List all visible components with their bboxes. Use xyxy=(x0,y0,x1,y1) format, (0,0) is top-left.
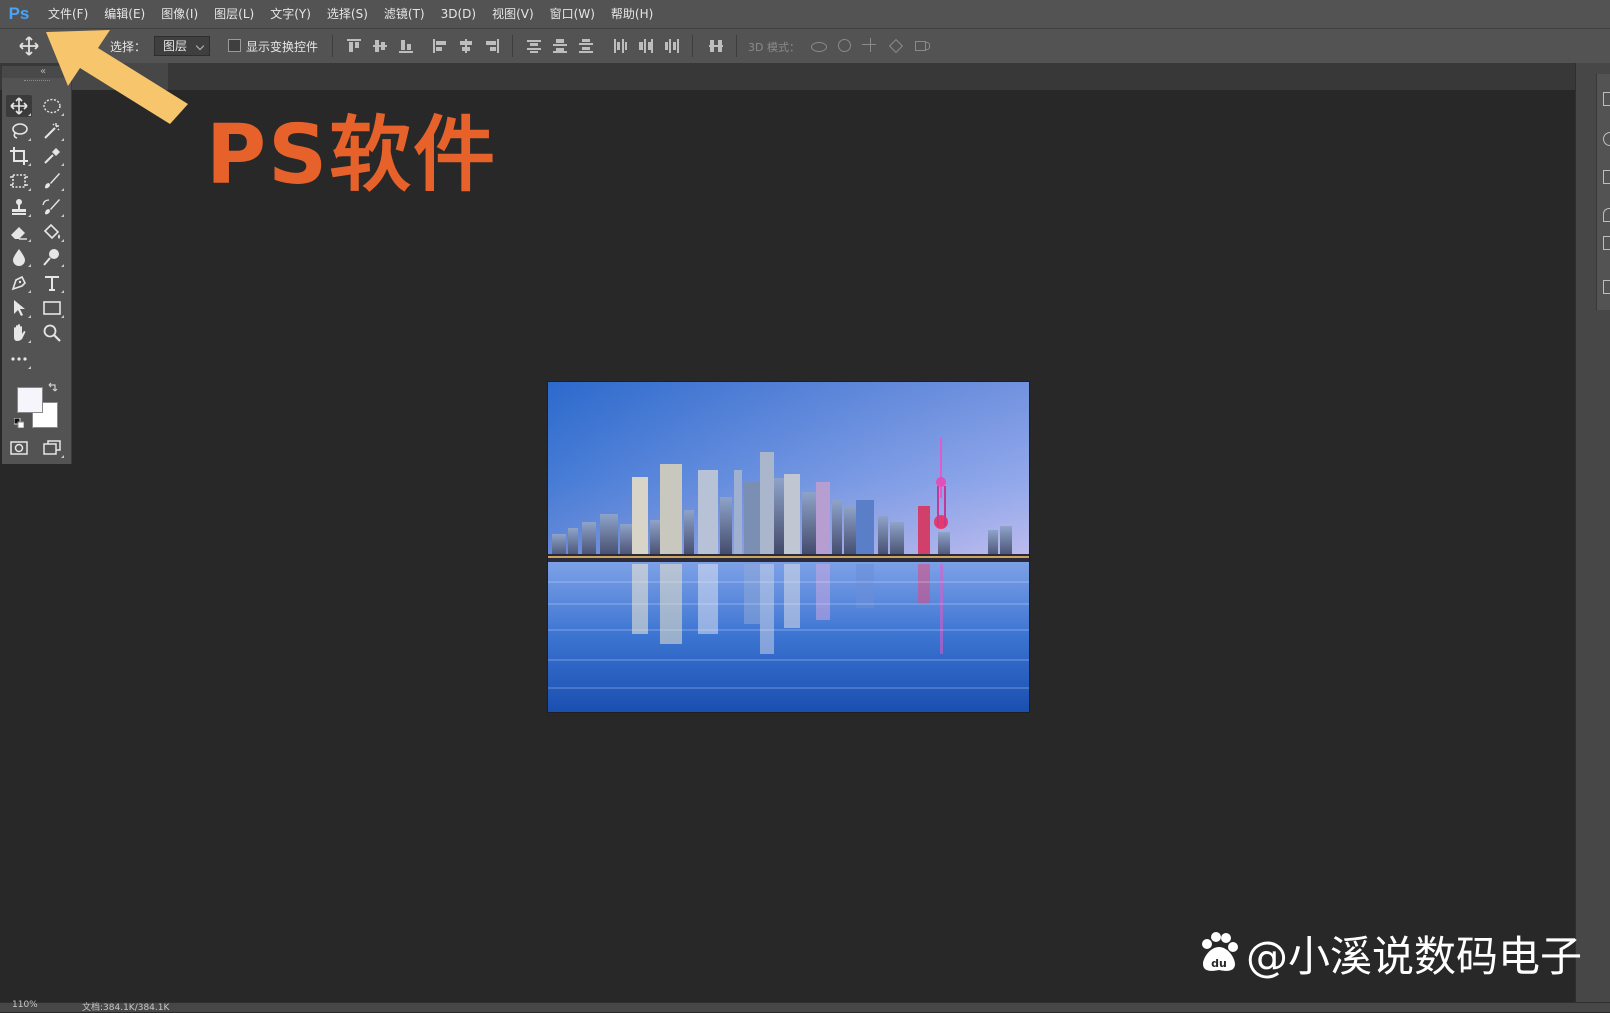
history-brush-icon xyxy=(42,199,60,215)
move-tool-button[interactable] xyxy=(6,95,32,117)
menu-bar: Ps 文件(F) 编辑(E) 图像(I) 图层(L) 文字(Y) 选择(S) 滤… xyxy=(0,0,1610,28)
default-colors-icon[interactable] xyxy=(14,418,24,428)
lasso-icon xyxy=(12,123,28,139)
eraser-icon xyxy=(11,227,27,240)
screen-mode-icon xyxy=(43,440,61,455)
svg-text:du: du xyxy=(1211,957,1227,970)
type-tool-button[interactable] xyxy=(39,272,65,294)
align-top-icon[interactable] xyxy=(346,38,362,54)
distribute-left-icon[interactable] xyxy=(612,38,628,54)
distribute-vcenter-icon[interactable] xyxy=(552,38,568,54)
rectangle-icon xyxy=(43,301,61,315)
show-transform-checkbox[interactable] xyxy=(228,39,241,52)
crop-icon xyxy=(10,147,28,165)
move-tool-icon xyxy=(10,97,28,115)
frame-icon xyxy=(10,174,28,188)
scale-3d-icon[interactable] xyxy=(914,38,932,54)
foreground-color-swatch[interactable] xyxy=(17,387,43,413)
distribute-hcenter-icon[interactable] xyxy=(638,38,654,54)
separator xyxy=(512,35,513,57)
separator xyxy=(692,35,693,57)
dodge-tool-button[interactable] xyxy=(39,246,65,268)
zoom-tool-button[interactable] xyxy=(39,322,65,344)
swap-colors-icon[interactable] xyxy=(47,382,59,394)
brush-tool-button[interactable] xyxy=(39,170,65,192)
crop-tool-button[interactable] xyxy=(6,145,32,167)
pen-tool-button[interactable] xyxy=(6,272,32,294)
menu-type[interactable]: 文字(Y) xyxy=(262,0,319,28)
mode-3d-label: 3D 模式： xyxy=(748,41,800,54)
slide-3d-icon[interactable] xyxy=(888,38,906,54)
panel-swatches-icon[interactable] xyxy=(1603,170,1610,184)
blur-icon xyxy=(13,249,25,266)
screen-mode-button[interactable] xyxy=(39,437,65,459)
hand-icon xyxy=(14,324,26,341)
eyedropper-icon xyxy=(44,148,60,164)
baidu-paw-icon: du xyxy=(1202,932,1238,971)
panel-history-icon[interactable] xyxy=(1603,92,1610,106)
quick-mask-button[interactable] xyxy=(6,437,32,459)
distribute-bottom-icon[interactable] xyxy=(578,38,594,54)
roll-3d-icon[interactable] xyxy=(836,38,854,54)
annotation-arrow xyxy=(46,30,188,124)
menu-layer[interactable]: 图层(L) xyxy=(206,0,262,28)
distribute-right-icon[interactable] xyxy=(664,38,680,54)
collapsed-panels xyxy=(1596,74,1610,310)
distribute-top-icon[interactable] xyxy=(526,38,542,54)
history-brush-tool-button[interactable] xyxy=(39,196,65,218)
menu-view[interactable]: 视图(V) xyxy=(484,0,542,28)
auto-align-icon[interactable] xyxy=(708,38,724,54)
menu-select[interactable]: 选择(S) xyxy=(319,0,376,28)
orbit-3d-icon[interactable] xyxy=(810,38,828,54)
eraser-tool-button[interactable] xyxy=(6,221,32,243)
menu-3d[interactable]: 3D(D) xyxy=(433,0,484,28)
paint-bucket-icon xyxy=(43,223,60,240)
path-selection-icon xyxy=(14,300,25,316)
quick-mask-icon xyxy=(10,441,28,455)
align-hcenter-icon[interactable] xyxy=(458,38,474,54)
brush-icon xyxy=(45,173,60,189)
path-selection-tool-button[interactable] xyxy=(6,297,32,319)
eyedropper-tool-button[interactable] xyxy=(39,145,65,167)
clone-stamp-icon xyxy=(12,199,26,215)
annotation-title: PS软件 xyxy=(206,108,498,203)
menu-help[interactable]: 帮助(H) xyxy=(603,0,661,28)
panel-adjustments-icon[interactable] xyxy=(1603,236,1610,250)
pen-icon xyxy=(11,275,26,291)
align-left-icon[interactable] xyxy=(432,38,448,54)
frame-tool-button[interactable] xyxy=(6,170,32,192)
separator xyxy=(736,35,737,57)
document-info[interactable]: 文档:384.1K/384.1K xyxy=(82,1000,169,1013)
zoom-level[interactable]: 110% xyxy=(12,1000,38,1010)
more-dots-icon xyxy=(11,357,27,361)
panel-layers-icon[interactable] xyxy=(1603,280,1610,294)
panel-properties-icon[interactable] xyxy=(1603,208,1610,222)
align-bottom-icon[interactable] xyxy=(398,38,414,54)
blur-tool-button[interactable] xyxy=(6,246,32,268)
zoom-icon xyxy=(43,324,61,342)
document-canvas[interactable] xyxy=(548,382,1029,712)
show-transform-label: 显示变换控件 xyxy=(246,40,319,54)
document-tab-strip xyxy=(0,63,1575,90)
ps-logo: Ps xyxy=(8,4,30,23)
drag-3d-icon[interactable] xyxy=(862,38,880,54)
rectangle-tool-button[interactable] xyxy=(39,297,65,319)
menu-filter[interactable]: 滤镜(T) xyxy=(376,0,433,28)
watermark-text: @小溪说数码电子 xyxy=(1246,931,1583,981)
separator xyxy=(332,35,333,57)
options-bar: 选择： 图层 显示变换控件 3D 模式： xyxy=(0,28,1610,64)
watermark: du @小溪说数码电子 xyxy=(1196,925,1582,981)
clone-stamp-tool-button[interactable] xyxy=(6,196,32,218)
type-icon xyxy=(45,276,59,291)
menu-window[interactable]: 窗口(W) xyxy=(542,0,603,28)
panel-color-icon[interactable] xyxy=(1603,132,1610,146)
align-vcenter-icon[interactable] xyxy=(372,38,388,54)
city-skyline-image xyxy=(548,382,1029,712)
align-right-icon[interactable] xyxy=(484,38,500,54)
lasso-tool-button[interactable] xyxy=(6,120,32,142)
paint-bucket-tool-button[interactable] xyxy=(39,221,65,243)
dodge-icon xyxy=(43,249,59,266)
hand-tool-button[interactable] xyxy=(6,322,32,344)
more-tools-button[interactable] xyxy=(6,348,32,370)
